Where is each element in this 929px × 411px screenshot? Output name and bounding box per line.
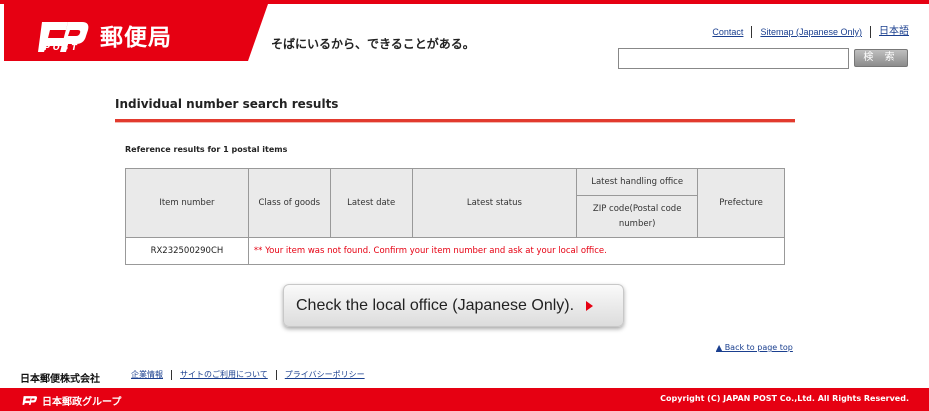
page-title: Individual number search results (115, 97, 339, 111)
logo-name-text: 郵便局 (100, 25, 172, 51)
reference-results-text: Reference results for 1 postal items (125, 145, 288, 154)
check-local-office-label: Check the local office (Japanese Only). (296, 296, 575, 314)
header-links: Contact Sitemap (Japanese Only) 日本語 (704, 26, 909, 38)
site-usage-link[interactable]: サイトのご利用について (171, 370, 276, 380)
company-name: 日本郵便株式会社 (20, 374, 100, 385)
header-latest-office: Latest handling office (576, 168, 699, 196)
header-prefecture: Prefecture (697, 168, 785, 238)
header-latest-date: Latest date (329, 168, 413, 238)
item-number-cell: RX232500290CH (125, 237, 249, 265)
japanese-language-link[interactable]: 日本語 (870, 26, 909, 38)
arrow-right-icon (586, 300, 594, 311)
search-input[interactable] (618, 48, 849, 69)
privacy-policy-link[interactable]: プライバシーポリシー (275, 370, 373, 380)
contact-link[interactable]: Contact (704, 26, 751, 38)
copyright-text: Copyright (C) JAPAN POST Co.,Ltd. All Ri… (660, 394, 909, 403)
footer-bar: 日本郵政グループ Copyright (C) JAPAN POST Co.,Lt… (0, 388, 929, 411)
sitemap-link[interactable]: Sitemap (Japanese Only) (751, 26, 870, 38)
not-found-message: ** Your item was not found. Confirm your… (247, 237, 786, 265)
japan-post-logo[interactable]: POST 郵便局 (4, 4, 268, 61)
japan-post-group-logo[interactable]: 日本郵政グループ (22, 393, 121, 408)
check-local-office-button[interactable]: Check the local office (Japanese Only). (283, 284, 624, 327)
tagline: そばにいるから、できることがある。 (271, 37, 475, 51)
results-table: Item number Class of goods Latest date L… (125, 168, 786, 265)
footer-links: 企業情報 サイトのご利用について プライバシーポリシー (131, 370, 373, 380)
header-latest-status: Latest status (411, 168, 578, 238)
title-divider-shadow (115, 122, 795, 123)
search-button[interactable]: 検 索 (854, 49, 908, 67)
header-item-number: Item number (125, 168, 249, 238)
table-row: RX232500290CH ** Your item was not found… (125, 237, 786, 265)
post-mark-icon (22, 396, 38, 405)
header-class-of-goods: Class of goods (247, 168, 331, 238)
corporate-info-link[interactable]: 企業情報 (131, 370, 171, 380)
header-zip-code: ZIP code(Postal code number) (576, 195, 699, 238)
group-logo-text: 日本郵政グループ (42, 397, 122, 408)
back-to-top-link[interactable]: ▲ Back to page top (716, 343, 793, 352)
logo-post-text: POST (44, 43, 80, 52)
